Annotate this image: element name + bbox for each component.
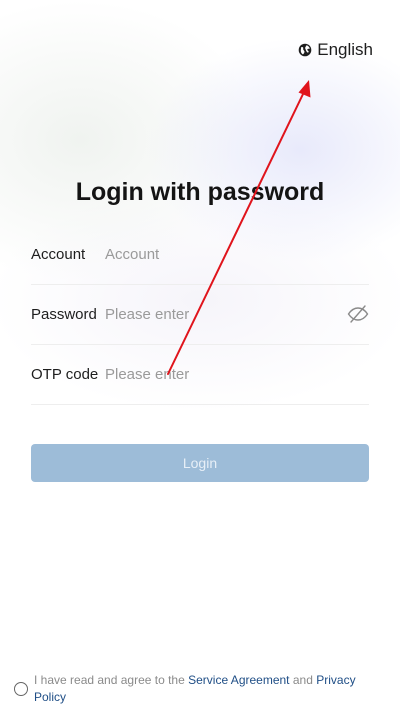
language-selector[interactable]: English <box>298 40 373 60</box>
login-button[interactable]: Login <box>31 444 369 482</box>
login-form: Account Password OTP code <box>31 225 369 405</box>
language-label: English <box>317 40 373 59</box>
page-title: Login with password <box>75 178 325 206</box>
password-row: Password <box>31 285 369 345</box>
agreement-conjunction: and <box>292 673 313 687</box>
otp-row: OTP code <box>31 345 369 405</box>
globe-icon <box>298 43 312 57</box>
agreement-text: I have read and agree to the Service Agr… <box>34 672 374 706</box>
agreement-prefix: I have read and agree to the <box>34 673 185 687</box>
account-input[interactable] <box>105 242 369 267</box>
account-row: Account <box>31 225 369 285</box>
agreement-radio[interactable] <box>14 682 28 696</box>
agreement-section: I have read and agree to the Service Agr… <box>14 672 374 706</box>
service-agreement-link[interactable]: Service Agreement <box>188 673 289 687</box>
password-label: Password <box>31 306 97 323</box>
otp-label: OTP code <box>31 366 99 383</box>
account-label: Account <box>31 246 86 263</box>
otp-input[interactable] <box>105 362 369 387</box>
eye-off-icon[interactable] <box>347 304 369 324</box>
password-input[interactable] <box>105 302 369 327</box>
